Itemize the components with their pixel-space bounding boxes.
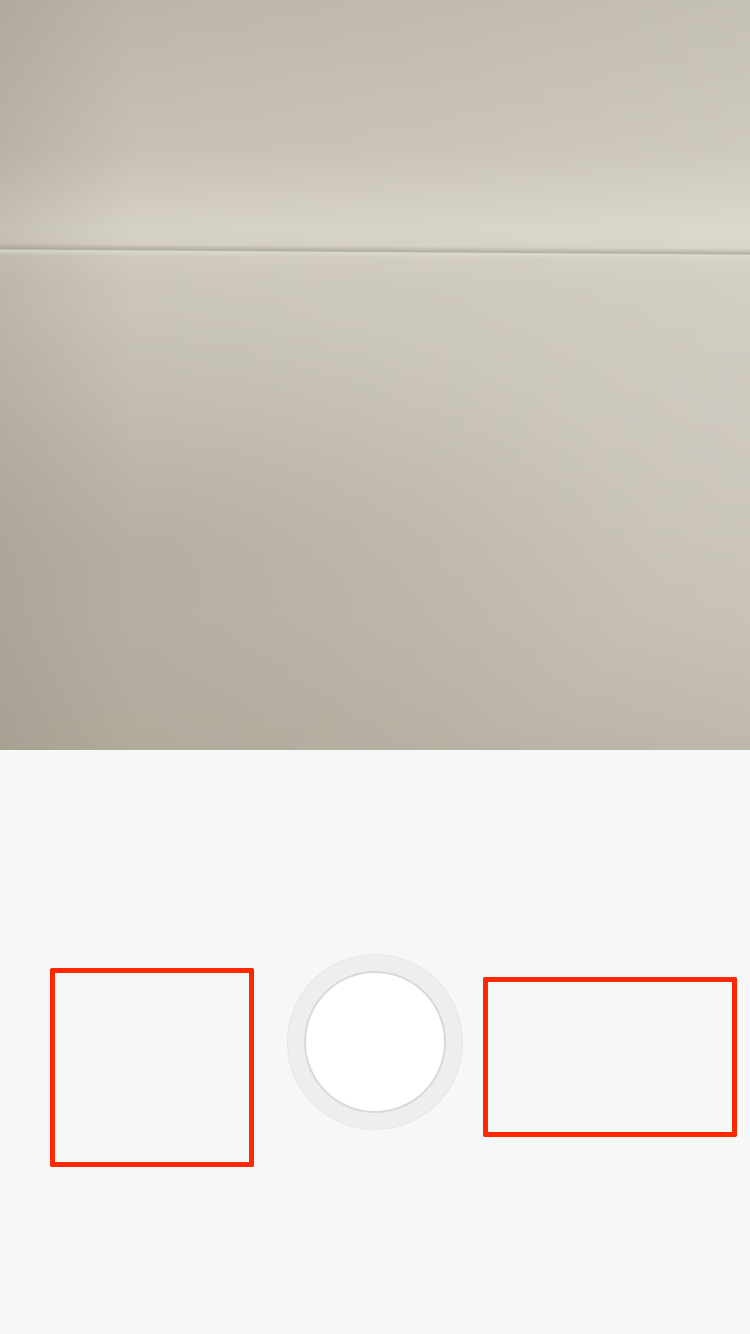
viewfinder-shadow	[0, 260, 750, 750]
viewfinder-wall-edge	[0, 243, 750, 261]
left-action-button[interactable]	[50, 968, 254, 1167]
right-action-button[interactable]	[483, 977, 737, 1137]
camera-controls-bar	[0, 750, 750, 1334]
camera-screen	[0, 0, 750, 1334]
shutter-button-core	[304, 971, 446, 1113]
shutter-button[interactable]	[287, 954, 463, 1130]
camera-viewfinder	[0, 0, 750, 750]
